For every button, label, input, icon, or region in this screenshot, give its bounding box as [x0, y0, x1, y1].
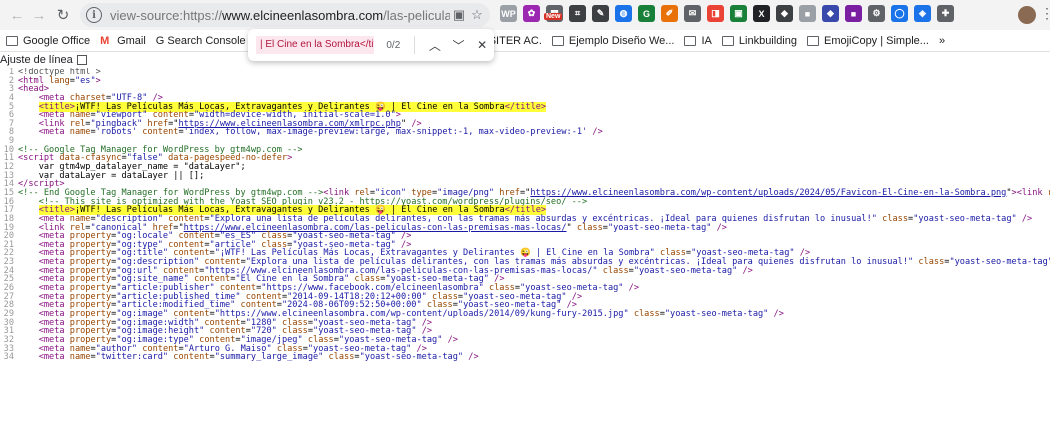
ext-x-icon[interactable]: X	[753, 5, 770, 22]
find-bar: | El Cine en la Sombra</title> 0/2 ︿ ﹀ ✕	[248, 29, 494, 61]
bookmark-item[interactable]: Google Office	[6, 35, 90, 47]
url-text[interactable]: view-source:https://www.elcineenlasombra…	[110, 8, 450, 23]
ext-pen-icon[interactable]: ✐	[661, 5, 678, 22]
bookmark-label: Google Office	[23, 34, 91, 47]
ext-eyedropper-icon[interactable]: ✎	[592, 5, 609, 22]
url-path: /las-peliculas-con-las-premi...	[383, 7, 450, 23]
bookmark-label: IA	[701, 34, 712, 47]
bookmark-label: »	[938, 34, 946, 47]
site-info-icon[interactable]: i	[86, 7, 102, 23]
translate-icon[interactable]: ▣	[450, 6, 468, 24]
reload-icon[interactable]: ↻	[50, 2, 76, 28]
source-view: 1 <!doctype html >2 <html lang="es"> 3 <head…	[0, 68, 1050, 430]
line-code: <meta name='robots' content='index, foll…	[38, 127, 603, 138]
url-prefix: view-source:https://	[110, 7, 222, 23]
ext-webplace-icon[interactable]: WP	[500, 5, 517, 22]
ext-purple-icon[interactable]: ■	[845, 5, 862, 22]
wrap-line-control: Ajuste de línea	[0, 53, 87, 67]
ext-square-icon[interactable]: ◨	[707, 5, 724, 22]
bookmark-item[interactable]: »	[939, 35, 945, 47]
bookmark-item[interactable]: IA	[684, 34, 712, 47]
ext-puzzle-icon[interactable]: ✚	[937, 5, 954, 22]
find-close-icon[interactable]: ✕	[470, 34, 494, 56]
source-line: 8 <meta name='robots' content='index, fo…	[0, 128, 1050, 137]
folder-icon	[551, 35, 564, 46]
folder-icon	[721, 35, 734, 46]
ext-gblock-icon[interactable]: G	[638, 5, 655, 22]
find-previous-icon[interactable]: ︿	[423, 34, 447, 56]
avatar[interactable]	[1018, 6, 1036, 24]
bookmark-item[interactable]: Ejemplo Diseño We...	[551, 34, 675, 47]
ext-layers-icon[interactable]: ◆	[822, 5, 839, 22]
source-line: 13 var dataLayer = dataLayer || [];	[0, 172, 1050, 181]
bookmark-label: EmojiCopy | Simple...	[824, 34, 929, 47]
bookmark-item[interactable]: M Gmail	[100, 35, 146, 47]
bookmark-label: Ejemplo Diseño We...	[568, 34, 675, 47]
source-link[interactable]: https://www.elcineenlasombra.com/wp-cont…	[530, 188, 1006, 198]
bookmark-star-icon[interactable]: ☆	[468, 6, 486, 24]
ext-mail-icon[interactable]: ✉	[684, 5, 701, 22]
bookmarks-bar: Google OfficeMGmailG Search ConsoleArEO …	[0, 30, 1050, 52]
wrap-line-checkbox[interactable]	[76, 55, 87, 65]
source-line: 1 <!doctype html >	[0, 68, 1050, 77]
bookmark-label: G Search Console	[155, 34, 246, 47]
bookmark-item[interactable]: EmojiCopy | Simple...	[807, 35, 929, 47]
bookmark-item[interactable]: G Search Console	[156, 35, 246, 47]
find-match-count: 0/2	[386, 39, 401, 51]
ext-new-icon[interactable]: ▦New	[544, 5, 563, 22]
new-badge: New	[544, 13, 563, 20]
extensions-area: WP ✿▦New ⌗ ✎ ◍ G ✐ ✉ ◨ ▣ X ◆ ■ ◆ ■ ⚙ ◯ ◈ ✚	[500, 5, 954, 22]
folder-icon	[807, 35, 819, 46]
url-host: www.elcineenlasombra.com	[222, 7, 384, 23]
address-bar[interactable]: i view-source:https://www.elcineenlasomb…	[80, 3, 490, 27]
ext-gear-icon[interactable]: ⚙	[868, 5, 885, 22]
ext-chart-icon[interactable]: ◍	[615, 5, 632, 22]
folder-icon	[684, 35, 697, 46]
line-code: <meta name="twitter:card" content="summa…	[38, 352, 479, 363]
menu-kebab-icon[interactable]: ⋮	[1040, 5, 1050, 22]
bookmark-item[interactable]: Linkbuilding	[721, 34, 797, 47]
source-line: 34 <meta name="twitter:card" content="su…	[0, 353, 1050, 362]
browser-toolbar: ← → ↻ i view-source:https://www.elcineen…	[0, 0, 1050, 30]
gmail-icon: M	[100, 34, 110, 47]
ext-tag-icon[interactable]: ◈	[914, 5, 931, 22]
line-number: 34	[3, 352, 14, 363]
bookmark-label: Linkbuilding	[738, 34, 797, 47]
find-input[interactable]: | El Cine en la Sombra</title>	[256, 36, 375, 54]
find-next-icon[interactable]: ﹀	[447, 34, 471, 56]
ext-arrow-icon[interactable]: ◆	[776, 5, 793, 22]
wrap-line-label: Ajuste de línea	[0, 54, 73, 66]
bookmark-label: Gmail	[117, 34, 146, 47]
source-line: 2 <html lang="es">	[0, 76, 1050, 86]
folder-icon	[6, 35, 18, 46]
ext-screenshot-icon[interactable]: ⌗	[569, 5, 586, 22]
ext-gray-icon[interactable]: ■	[799, 5, 816, 22]
ext-flower-icon[interactable]: ✿	[523, 5, 540, 22]
find-divider	[414, 36, 415, 54]
ext-grid-icon[interactable]: ▣	[730, 5, 747, 22]
forward-icon[interactable]: →	[26, 2, 52, 28]
ext-circle-icon[interactable]: ◯	[891, 5, 908, 22]
